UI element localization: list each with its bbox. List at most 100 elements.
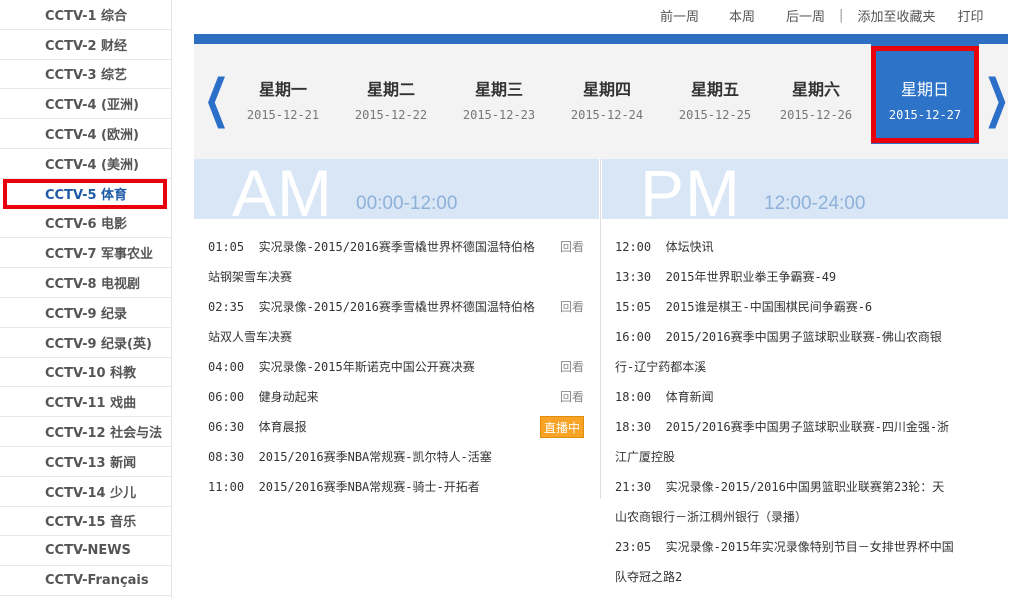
sidebar-item-cctv8[interactable]: CCTV-8 电视剧 — [0, 268, 171, 298]
program-title: 2015/2016赛季中国男子篮球职业联赛-佛山农商银行-辽宁药都本溪 — [615, 330, 942, 374]
week-selector: ❮ 星期一 2015-12-21 星期二 2015-12-22 星期三 2015… — [194, 44, 1010, 159]
day-date: 2015-12-24 — [570, 108, 644, 122]
program-time: 21:30 — [615, 480, 652, 494]
day-tab-thursday[interactable]: 星期四 2015-12-24 — [553, 44, 661, 159]
sidebar-item-cctv6[interactable]: CCTV-6 电影 — [0, 209, 171, 239]
column-divider — [600, 159, 601, 499]
day-tab-friday[interactable]: 星期五 2015-12-25 — [661, 44, 769, 159]
program-item: 18:00 体育新闻 — [615, 382, 955, 412]
week-nav-links: 前一周 本周 后一周 | 添加至收藏夹 打印 — [660, 0, 983, 30]
day-name: 星期四 — [582, 80, 631, 99]
sidebar-item-cctv12[interactable]: CCTV-12 社会与法 — [0, 417, 171, 447]
day-name: 星期六 — [791, 80, 840, 99]
sidebar-item-cctv1[interactable]: CCTV-1 综合 — [0, 0, 171, 30]
program-time: 08:30 — [208, 450, 245, 464]
program-title: 2015/2016赛季NBA常规赛-凯尔特人-活塞 — [258, 450, 492, 464]
program-title: 实况录像-2015/2016赛季雪橇世界杯德国温特伯格站钢架雪车决赛 — [208, 240, 535, 284]
am-program-list: 01:05 实况录像-2015/2016赛季雪橇世界杯德国温特伯格站钢架雪车决赛… — [208, 232, 584, 502]
sidebar-item-cctv14[interactable]: CCTV-14 少儿 — [0, 477, 171, 507]
sidebar-item-cctv11[interactable]: CCTV-11 戏曲 — [0, 387, 171, 418]
sidebar-item-cctv9[interactable]: CCTV-9 纪录 — [0, 298, 171, 328]
replay-link[interactable]: 回看 — [560, 236, 584, 258]
program-item: 15:05 2015谁是棋王-中国围棋民间争霸赛-6 — [615, 292, 955, 322]
day-name: 星期五 — [690, 80, 739, 99]
program-item: 02:35 实况录像-2015/2016赛季雪橇世界杯德国温特伯格站双人雪车决赛… — [208, 292, 584, 352]
sidebar-item-cctv10[interactable]: CCTV-10 科教 — [0, 358, 171, 388]
day-name: 星期一 — [258, 80, 307, 99]
program-item: 08:30 2015/2016赛季NBA常规赛-凯尔特人-活塞 — [208, 442, 584, 472]
next-day-arrow-icon[interactable]: ❯ — [984, 69, 1010, 129]
program-title: 体坛快讯 — [665, 240, 714, 254]
program-time: 13:30 — [615, 270, 652, 284]
program-item: 13:30 2015年世界职业拳王争霸赛-49 — [615, 262, 955, 292]
day-date: 2015-12-25 — [678, 108, 752, 122]
day-tab-saturday[interactable]: 星期六 2015-12-26 — [762, 44, 870, 159]
day-tab-monday[interactable]: 星期一 2015-12-21 — [229, 44, 337, 159]
program-title: 体育晨报 — [258, 420, 307, 434]
pm-header: PM 12:00-24:00 — [602, 159, 1008, 219]
day-tab-wednesday[interactable]: 星期三 2015-12-23 — [445, 44, 553, 159]
program-time: 23:05 — [615, 540, 652, 554]
program-item: 23:05 实况录像-2015年实况录像特别节目－女排世界杯中国队夺冠之路2 — [615, 532, 955, 592]
day-tab-tuesday[interactable]: 星期二 2015-12-22 — [337, 44, 445, 159]
program-item: 12:00 体坛快讯 — [615, 232, 955, 262]
next-week-link[interactable]: 后一周 — [786, 6, 825, 25]
day-name: 星期二 — [366, 80, 415, 99]
sidebar-item-cctv-francais[interactable]: CCTV-Français — [0, 566, 171, 596]
day-date: 2015-12-23 — [462, 108, 536, 122]
day-date: 2015-12-22 — [354, 108, 428, 122]
replay-link[interactable]: 回看 — [560, 356, 584, 378]
sidebar-item-cctv5[interactable]: CCTV-5 体育 — [3, 178, 167, 209]
header-accent-bar — [194, 34, 1008, 44]
pm-label: PM — [640, 159, 741, 219]
program-time: 06:30 — [208, 420, 245, 434]
program-title: 2015/2016赛季中国男子篮球职业联赛-四川金强-浙江广厦控股 — [615, 420, 950, 464]
sidebar-item-cctv-news[interactable]: CCTV-NEWS — [0, 536, 171, 567]
bookmark-link[interactable]: 添加至收藏夹 — [857, 6, 935, 25]
program-item: 06:00 健身动起来 回看 — [208, 382, 584, 412]
sidebar-item-cctv4-america[interactable]: CCTV-4 (美洲) — [0, 149, 171, 179]
program-time: 16:00 — [615, 330, 652, 344]
program-time: 12:00 — [615, 240, 652, 254]
replay-link[interactable]: 回看 — [560, 386, 584, 408]
channel-sidebar: CCTV-1 综合 CCTV-2 财经 CCTV-3 综艺 CCTV-4 (亚洲… — [0, 0, 172, 598]
this-week-link[interactable]: 本周 — [729, 6, 755, 25]
program-time: 02:35 — [208, 300, 245, 314]
live-now-badge[interactable]: 直播中 — [539, 416, 584, 438]
program-title: 实况录像-2015年实况录像特别节目－女排世界杯中国队夺冠之路2 — [615, 540, 954, 584]
program-item: 21:30 实况录像-2015/2016中国男篮职业联赛第23轮：天山农商银行－… — [615, 472, 955, 532]
am-header: AM 00:00-12:00 — [194, 159, 599, 219]
pm-time-range: 12:00-24:00 — [764, 193, 866, 214]
sidebar-item-cctv2[interactable]: CCTV-2 财经 — [0, 30, 171, 60]
replay-link[interactable]: 回看 — [560, 296, 584, 318]
sidebar-item-cctv7[interactable]: CCTV-7 军事农业 — [0, 238, 171, 269]
am-label: AM — [232, 159, 333, 219]
sidebar-item-cctv4-europe[interactable]: CCTV-4 (欧洲) — [0, 119, 171, 149]
separator: | — [839, 7, 844, 23]
sidebar-item-cctv13[interactable]: CCTV-13 新闻 — [0, 447, 171, 477]
program-time: 01:05 — [208, 240, 245, 254]
sidebar-item-cctv15[interactable]: CCTV-15 音乐 — [0, 507, 171, 537]
program-item: 01:05 实况录像-2015/2016赛季雪橇世界杯德国温特伯格站钢架雪车决赛… — [208, 232, 584, 292]
program-item: 18:30 2015/2016赛季中国男子篮球职业联赛-四川金强-浙江广厦控股 — [615, 412, 955, 472]
program-title: 实况录像-2015/2016中国男篮职业联赛第23轮：天山农商银行－浙江稠州银行… — [615, 480, 945, 524]
program-title: 实况录像-2015/2016赛季雪橇世界杯德国温特伯格站双人雪车决赛 — [208, 300, 535, 344]
print-link[interactable]: 打印 — [957, 6, 983, 25]
program-item: 11:00 2015/2016赛季NBA常规赛-骑士-开拓者 — [208, 472, 584, 502]
prev-day-arrow-icon[interactable]: ❮ — [204, 69, 230, 129]
program-item: 04:00 实况录像-2015年斯诺克中国公开赛决赛 回看 — [208, 352, 584, 382]
day-date: 2015-12-26 — [779, 108, 853, 122]
prev-week-link[interactable]: 前一周 — [660, 6, 699, 25]
day-date: 2015-12-21 — [246, 108, 320, 122]
am-time-range: 00:00-12:00 — [356, 193, 458, 214]
sidebar-item-cctv4-asia[interactable]: CCTV-4 (亚洲) — [0, 89, 171, 120]
program-time: 15:05 — [615, 300, 652, 314]
program-time: 18:00 — [615, 390, 652, 404]
program-title: 健身动起来 — [258, 390, 319, 404]
program-item: 06:30 体育晨报 直播中 — [208, 412, 584, 442]
sidebar-item-cctv3[interactable]: CCTV-3 综艺 — [0, 60, 171, 90]
program-time: 18:30 — [615, 420, 652, 434]
program-title: 2015谁是棋王-中国围棋民间争霸赛-6 — [665, 300, 873, 314]
sidebar-item-cctv9-english[interactable]: CCTV-9 纪录(英) — [0, 328, 171, 358]
program-time: 04:00 — [208, 360, 245, 374]
